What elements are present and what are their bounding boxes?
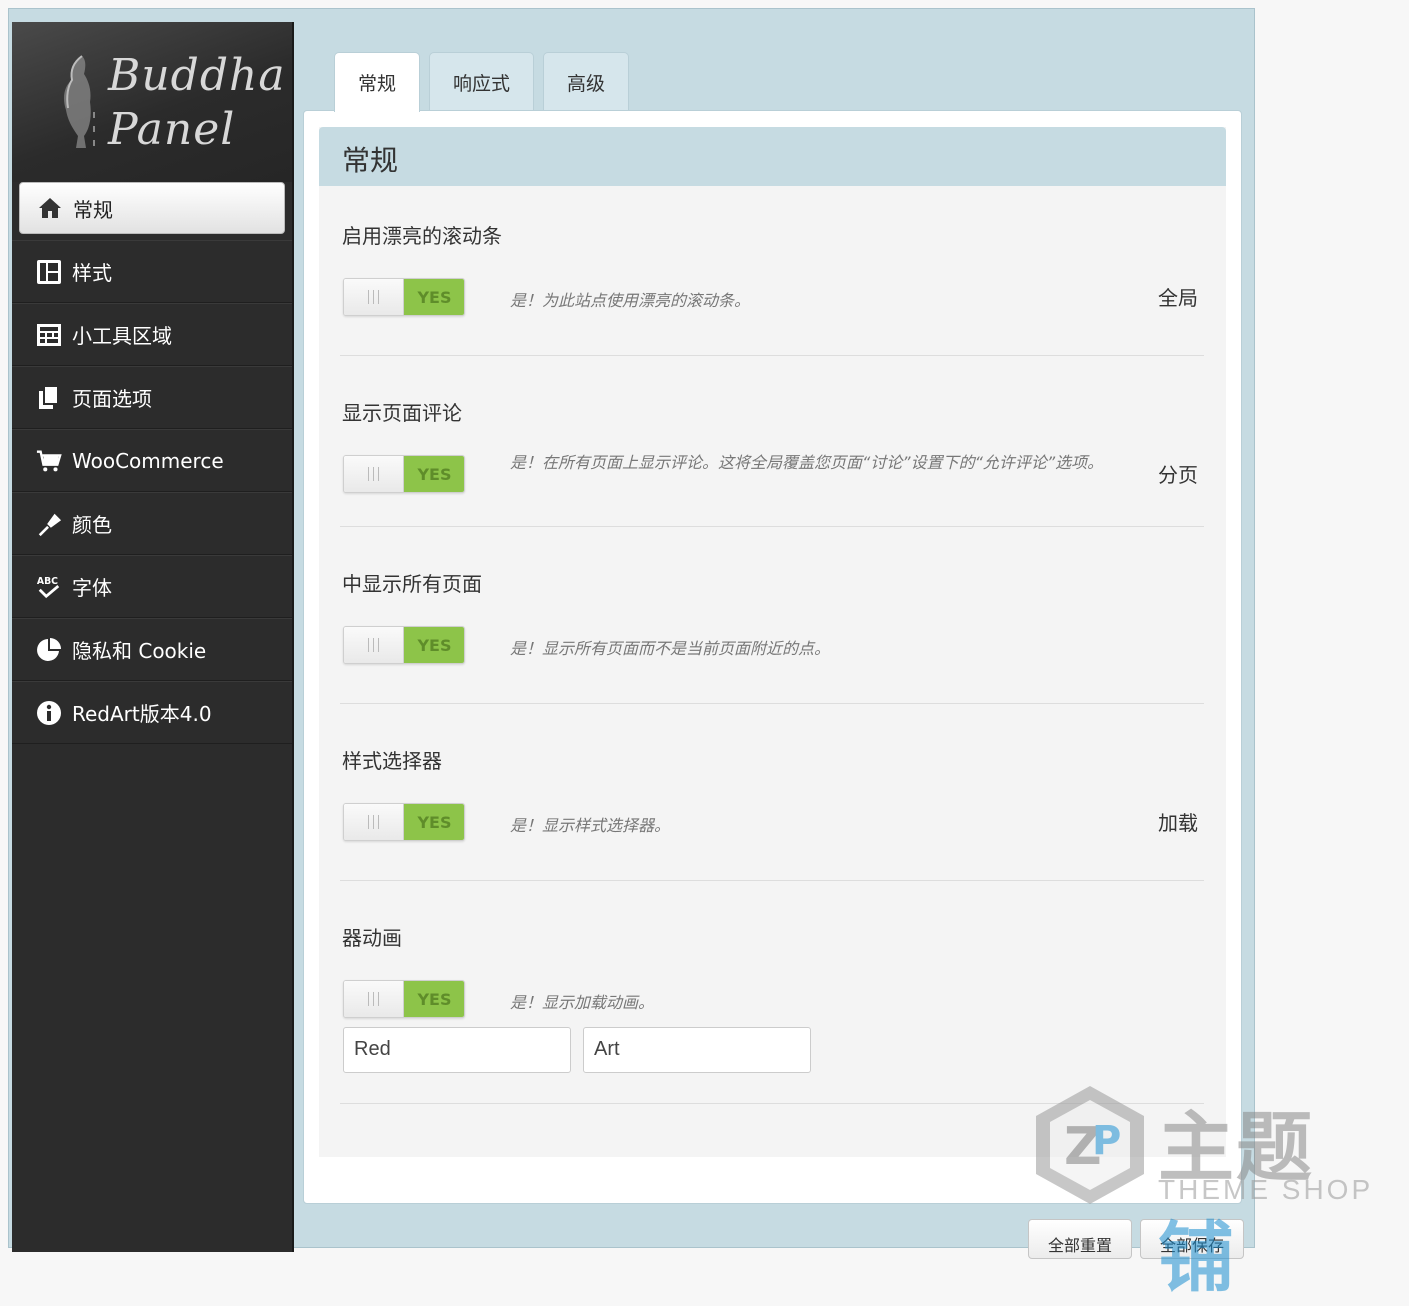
watermark-logo-icon: Z P	[1036, 1086, 1144, 1204]
divider	[340, 526, 1204, 527]
option-toggle[interactable]: YES	[343, 980, 465, 1018]
sidebar-item-style[interactable]: 样式	[12, 240, 292, 303]
tab-responsive[interactable]: 响应式	[429, 52, 534, 111]
sidebar-item-privacy[interactable]: 隐私和 Cookie	[12, 618, 292, 681]
text-input-2[interactable]: Art	[583, 1027, 811, 1073]
toggle-yes-label: YES	[404, 804, 464, 840]
tab-general[interactable]: 常规	[334, 52, 420, 112]
toggle-yes-label: YES	[404, 456, 464, 492]
sidebar-item-version[interactable]: RedArt版本4.0	[12, 681, 292, 744]
reset-all-button[interactable]: 全部重置	[1028, 1219, 1132, 1259]
spellcheck-icon: ABC	[36, 574, 62, 600]
option-title: 中显示所有页面	[342, 572, 482, 596]
text-input-1[interactable]: Red	[343, 1027, 571, 1073]
sidebar-item-label: 样式	[72, 261, 112, 285]
option-description: 是！为此站点使用漂亮的滚动条。	[510, 291, 751, 310]
option-right-label: 分页	[1158, 463, 1198, 487]
option-title: 显示页面评论	[342, 401, 462, 425]
option-right-label: 全局	[1158, 286, 1198, 310]
option-title: 器动画	[342, 926, 402, 950]
sidebar-nav: 常规 样式 小工具区域 页面选项 WooCommerce 颜色 ABC 字体 隐…	[12, 182, 292, 744]
logo-line-1: Buddha	[108, 50, 286, 101]
buddha-bust-icon	[64, 55, 95, 148]
sidebar-item-colors[interactable]: 颜色	[12, 492, 292, 555]
svg-text:ABC: ABC	[37, 576, 58, 587]
sidebar-item-label: 颜色	[72, 513, 112, 537]
pages-icon	[36, 384, 62, 411]
option-title: 样式选择器	[342, 749, 442, 773]
toggle-yes-label: YES	[404, 981, 464, 1017]
toggle-knob	[344, 279, 404, 315]
sidebar-item-label: RedArt版本4.0	[72, 702, 212, 726]
toggle-knob	[344, 804, 404, 840]
sidebar-item-label: WooCommerce	[72, 448, 224, 473]
option-right-label: 加载	[1158, 811, 1198, 835]
option-description: 是！显示加载动画。	[510, 993, 655, 1012]
brush-icon	[36, 511, 62, 537]
layout-icon	[36, 259, 62, 285]
sidebar-item-label: 隐私和 Cookie	[72, 639, 207, 663]
toggle-yes-label: YES	[404, 627, 464, 663]
toggle-knob	[344, 456, 404, 492]
sidebar-item-label: 字体	[72, 576, 112, 600]
sidebar-item-woocommerce[interactable]: WooCommerce	[12, 429, 292, 492]
cart-icon	[36, 448, 62, 474]
option-toggle[interactable]: YES	[343, 455, 465, 493]
sidebar-item-pages[interactable]: 页面选项	[12, 366, 292, 429]
logo: Buddha Panel	[12, 22, 292, 182]
option-description: 是！在所有页面上显示评论。这将全局覆盖您页面“讨论”设置下的“允许评论”选项。	[510, 453, 1104, 472]
divider	[340, 355, 1204, 356]
option-toggle[interactable]: YES	[343, 626, 465, 664]
divider	[340, 880, 1204, 881]
option-toggle[interactable]: YES	[343, 803, 465, 841]
logo-line-2: Panel	[108, 104, 236, 155]
toggle-yes-label: YES	[404, 279, 464, 315]
info-icon	[36, 700, 62, 726]
sidebar-item-general[interactable]: 常规	[19, 182, 285, 234]
watermark-en-text: THEME SHOP	[1158, 1174, 1374, 1205]
option-description: 是！显示所有页面而不是当前页面附近的点。	[510, 639, 831, 658]
sidebar-item-widgets[interactable]: 小工具区域	[12, 303, 292, 366]
sidebar-item-label: 页面选项	[72, 387, 152, 411]
svg-text:P: P	[1092, 1118, 1121, 1164]
option-description: 是！显示样式选择器。	[510, 816, 671, 835]
sidebar: Buddha Panel 常规 样式 小工具区域 页面选项 WooCommerc…	[12, 22, 294, 1252]
pie-chart-icon	[36, 637, 62, 663]
toggle-knob	[344, 981, 404, 1017]
sidebar-item-label: 常规	[73, 197, 113, 222]
sidebar-item-label: 小工具区域	[72, 324, 172, 348]
widgets-icon	[36, 322, 62, 348]
option-title: 启用漂亮的滚动条	[342, 224, 502, 248]
divider	[340, 703, 1204, 704]
tab-advanced[interactable]: 高级	[543, 52, 629, 111]
toggle-knob	[344, 627, 404, 663]
sidebar-item-fonts[interactable]: ABC 字体	[12, 555, 292, 618]
home-icon	[37, 195, 63, 221]
option-toggle[interactable]: YES	[343, 278, 465, 316]
section-title: 常规	[319, 127, 1226, 186]
theme-shop-watermark: Z P 主题铺 THEME SHOP	[1030, 1082, 1390, 1302]
